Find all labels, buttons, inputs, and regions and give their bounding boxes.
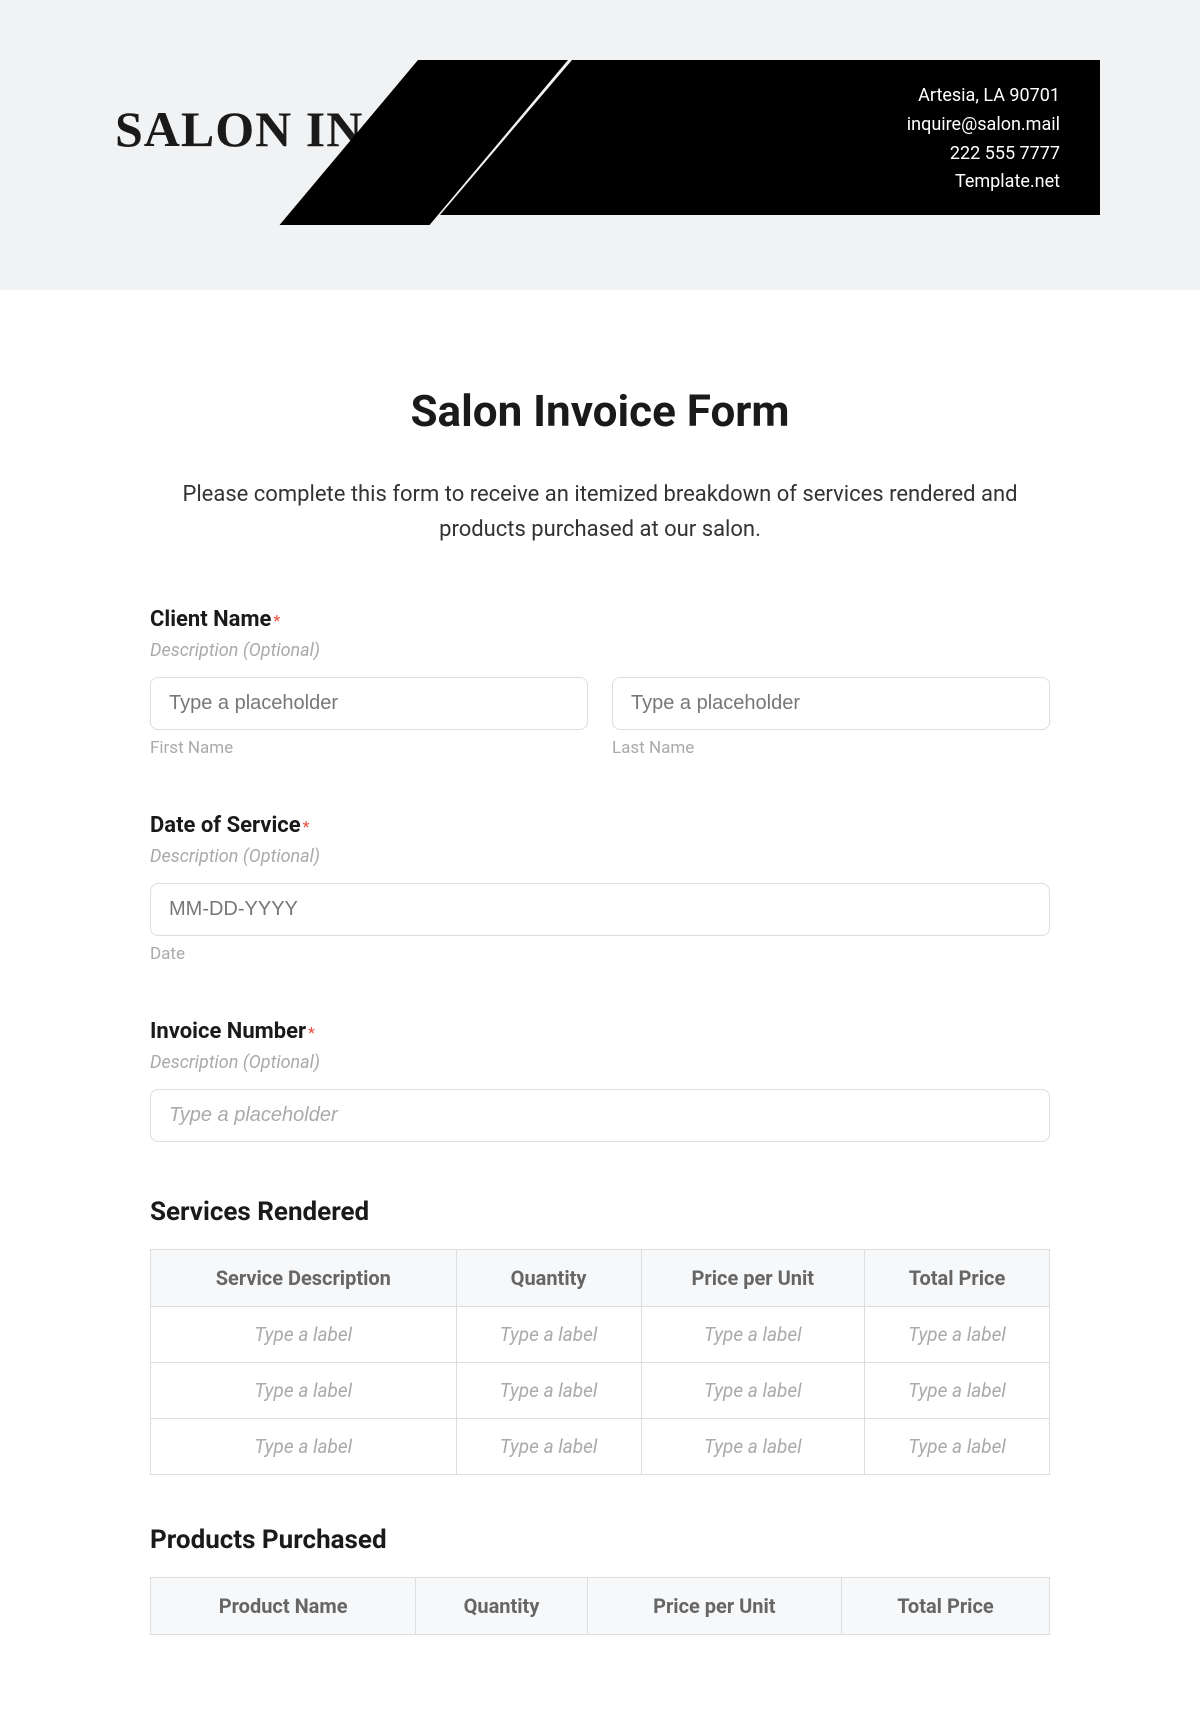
table-cell[interactable]: Type a label (456, 1307, 641, 1363)
contact-email: inquire@salon.mail (907, 111, 1060, 140)
first-name-sublabel: First Name (150, 738, 588, 758)
contact-phone: 222 555 7777 (907, 140, 1060, 169)
invoice-description: Description (Optional) (150, 1052, 1050, 1073)
client-name-label: Client Name (150, 607, 271, 632)
last-name-input[interactable] (612, 677, 1050, 730)
table-cell[interactable]: Type a label (865, 1307, 1050, 1363)
table-cell[interactable]: Type a label (151, 1307, 457, 1363)
required-asterisk: * (308, 1023, 315, 1042)
table-cell[interactable]: Type a label (456, 1363, 641, 1419)
date-sublabel: Date (150, 944, 1050, 964)
form-content: Salon Invoice Form Please complete this … (130, 385, 1070, 1715)
contact-site: Template.net (907, 168, 1060, 197)
table-cell[interactable]: Type a label (456, 1419, 641, 1475)
first-name-input[interactable] (150, 677, 588, 730)
table-cell[interactable]: Type a label (641, 1307, 865, 1363)
services-rendered-heading: Services Rendered (150, 1197, 1050, 1227)
form-intro: Please complete this form to receive an … (150, 477, 1050, 547)
products-table: Product Name Quantity Price per Unit Tot… (150, 1577, 1050, 1635)
client-name-description: Description (Optional) (150, 640, 1050, 661)
invoice-number-group: Invoice Number* Description (Optional) (150, 1019, 1050, 1142)
products-purchased-heading: Products Purchased (150, 1525, 1050, 1555)
table-cell[interactable]: Type a label (641, 1419, 865, 1475)
table-cell[interactable]: Type a label (865, 1363, 1050, 1419)
table-cell[interactable]: Type a label (865, 1419, 1050, 1475)
date-of-service-group: Date of Service* Description (Optional) … (150, 813, 1050, 964)
table-row: Type a labelType a labelType a labelType… (151, 1419, 1050, 1475)
services-col-2: Price per Unit (641, 1250, 865, 1307)
services-col-3: Total Price (865, 1250, 1050, 1307)
form-title: Salon Invoice Form (150, 385, 1050, 437)
last-name-sublabel: Last Name (612, 738, 1050, 758)
client-name-group: Client Name* Description (Optional) Firs… (150, 607, 1050, 758)
date-input[interactable] (150, 883, 1050, 936)
products-col-2: Price per Unit (587, 1578, 841, 1635)
table-row: Type a labelType a labelType a labelType… (151, 1363, 1050, 1419)
table-cell[interactable]: Type a label (151, 1419, 457, 1475)
contact-address: Artesia, LA 90701 (907, 82, 1060, 111)
date-of-service-label: Date of Service (150, 813, 301, 838)
services-table: Service Description Quantity Price per U… (150, 1249, 1050, 1475)
header-banner: Artesia, LA 90701 inquire@salon.mail 222… (440, 60, 1100, 215)
table-row: Type a labelType a labelType a labelType… (151, 1307, 1050, 1363)
products-col-0: Product Name (151, 1578, 416, 1635)
products-col-1: Quantity (416, 1578, 587, 1635)
table-cell[interactable]: Type a label (151, 1363, 457, 1419)
table-cell[interactable]: Type a label (641, 1363, 865, 1419)
required-asterisk: * (303, 817, 310, 836)
contact-info: Artesia, LA 90701 inquire@salon.mail 222… (907, 82, 1060, 197)
services-col-1: Quantity (456, 1250, 641, 1307)
products-col-3: Total Price (841, 1578, 1049, 1635)
invoice-number-input[interactable] (150, 1089, 1050, 1142)
required-asterisk: * (273, 611, 280, 630)
invoice-number-label: Invoice Number (150, 1019, 306, 1044)
page-header: SALON INC. Artesia, LA 90701 inquire@sal… (0, 0, 1200, 290)
services-col-0: Service Description (151, 1250, 457, 1307)
date-description: Description (Optional) (150, 846, 1050, 867)
